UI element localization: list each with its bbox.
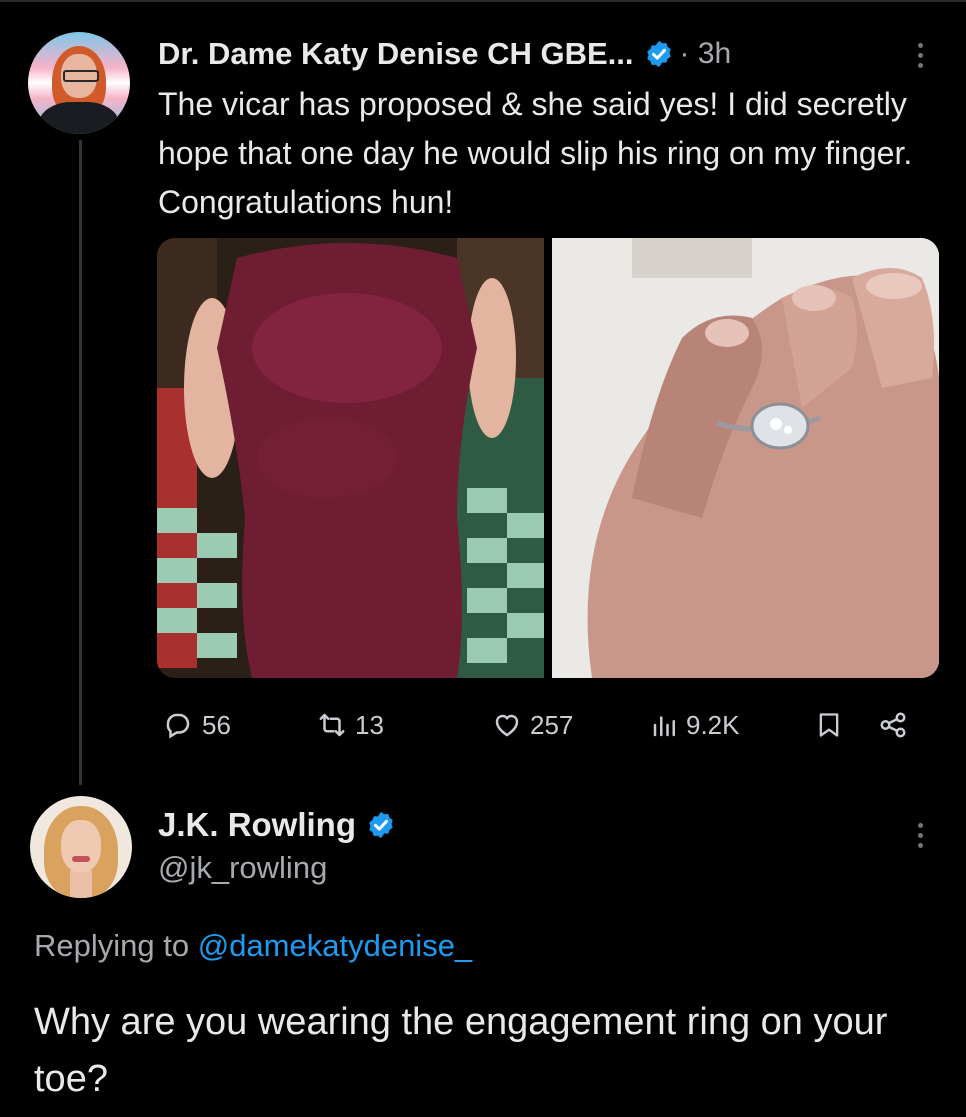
- tweet-action-bar: 56 13 257 9.2K: [160, 700, 940, 750]
- repost-count: 13: [355, 709, 384, 740]
- reply-author-handle[interactable]: @jk_rowling: [158, 850, 327, 886]
- thread-connector-line: [79, 140, 82, 785]
- views-button[interactable]: 9.2K: [650, 700, 740, 750]
- photo-ring[interactable]: [552, 238, 939, 678]
- views-count: 9.2K: [686, 709, 740, 740]
- share-button[interactable]: [878, 700, 914, 750]
- tweet-text: The vicar has proposed & she said yes! I…: [158, 86, 913, 220]
- reply-button[interactable]: 56: [160, 700, 231, 750]
- bookmark-button[interactable]: [815, 700, 849, 750]
- reply-header: J.K. Rowling: [158, 802, 396, 848]
- bookmark-icon: [819, 713, 839, 737]
- photo-dress[interactable]: [157, 238, 544, 678]
- replying-to-line: Replying to @damekatydenise_: [34, 928, 472, 964]
- share-icon: [880, 712, 906, 738]
- more-options-icon[interactable]: [905, 38, 935, 78]
- reply-icon: [166, 713, 190, 739]
- tweet-header: Dr. Dame Katy Denise CH GBE... · 3h: [158, 32, 731, 76]
- like-button[interactable]: 257: [490, 700, 573, 750]
- reply-author-display-name[interactable]: J.K. Rowling: [158, 806, 356, 844]
- more-options-icon[interactable]: [905, 818, 935, 858]
- reply-text: Why are you wearing the engagement ring …: [34, 1001, 888, 1100]
- reply-author-avatar[interactable]: [30, 796, 132, 898]
- repost-icon: [319, 713, 345, 737]
- verified-badge-icon: [369, 811, 393, 839]
- like-count: 257: [530, 709, 574, 740]
- author-display-name[interactable]: Dr. Dame Katy Denise CH GBE...: [158, 36, 634, 72]
- tweet-timestamp[interactable]: · 3h: [680, 37, 732, 71]
- verified-badge-icon: [646, 40, 671, 68]
- repost-button[interactable]: 13: [315, 700, 384, 750]
- replying-prefix: Replying to: [34, 928, 190, 963]
- tweet-media-grid[interactable]: [157, 238, 939, 678]
- views-icon: [653, 716, 675, 737]
- replying-mention-link[interactable]: @damekatydenise_: [198, 928, 472, 963]
- top-divider: [0, 0, 966, 2]
- reply-count: 56: [202, 709, 231, 740]
- like-icon: [495, 714, 519, 737]
- author-avatar[interactable]: [28, 32, 130, 134]
